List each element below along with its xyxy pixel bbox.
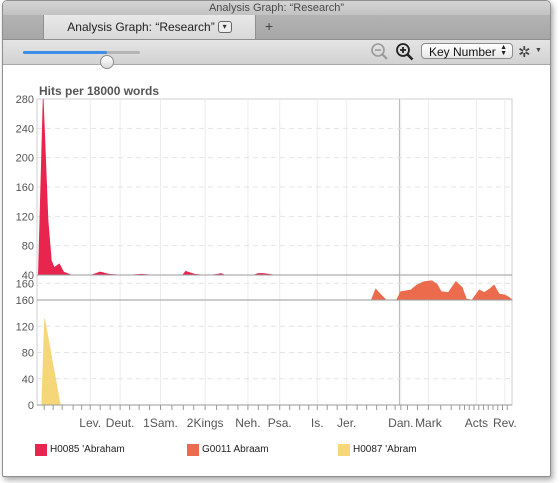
y-tick-label: 80 — [22, 348, 34, 360]
x-tick-label: Jer. — [337, 416, 356, 430]
legend-label: H0087 'Abram — [353, 444, 417, 455]
x-tick-label: Dan. — [388, 416, 413, 430]
legend-item-h0087: H0087 'Abram — [338, 444, 417, 456]
y-tick-label: 80 — [22, 241, 34, 253]
y-tick-label: 160 — [16, 182, 34, 194]
x-tick-label: Deut. — [106, 416, 135, 430]
x-tick-label: Rev. — [493, 416, 517, 430]
analysis-chart: 280240200160120804016016012080400Lev. Deu… — [16, 94, 517, 430]
legend-label: H0085 'Abraham — [50, 444, 125, 455]
y-tick-label: 160 — [16, 295, 34, 307]
legend-swatch — [187, 444, 199, 456]
x-tick-label: Is. — [311, 416, 324, 430]
y-tick-label: 160 — [16, 278, 34, 290]
y-tick-label: 120 — [16, 321, 34, 333]
series-area-2 — [37, 318, 512, 406]
x-tick-label: 2Kings — [187, 416, 224, 430]
x-tick-label: Psa. — [268, 416, 292, 430]
analysis-graph-window: Analysis Graph: “Research” Analysis Grap… — [2, 0, 551, 477]
legend-item-g0011: G0011 Abraam — [187, 444, 269, 456]
x-tick-label: Lev. — [79, 416, 101, 430]
y-tick-label: 40 — [22, 374, 34, 386]
plot-frame — [36, 98, 513, 406]
y-tick-label: 200 — [16, 153, 34, 165]
x-tick-label: 1Sam. — [143, 416, 178, 430]
x-tick-label: Mark — [415, 416, 443, 430]
x-tick-label: Neh. — [235, 416, 260, 430]
y-tick-label: 280 — [16, 94, 34, 106]
y-tick-label: 240 — [16, 123, 34, 135]
legend-item-h0085: H0085 'Abraham — [35, 444, 125, 456]
y-tick-label: 120 — [16, 211, 34, 223]
legend-swatch — [35, 444, 47, 456]
y-tick-label: 0 — [28, 400, 34, 412]
legend-swatch — [338, 444, 350, 456]
legend-label: G0011 Abraam — [202, 444, 269, 455]
x-tick-label: Acts — [465, 416, 488, 430]
